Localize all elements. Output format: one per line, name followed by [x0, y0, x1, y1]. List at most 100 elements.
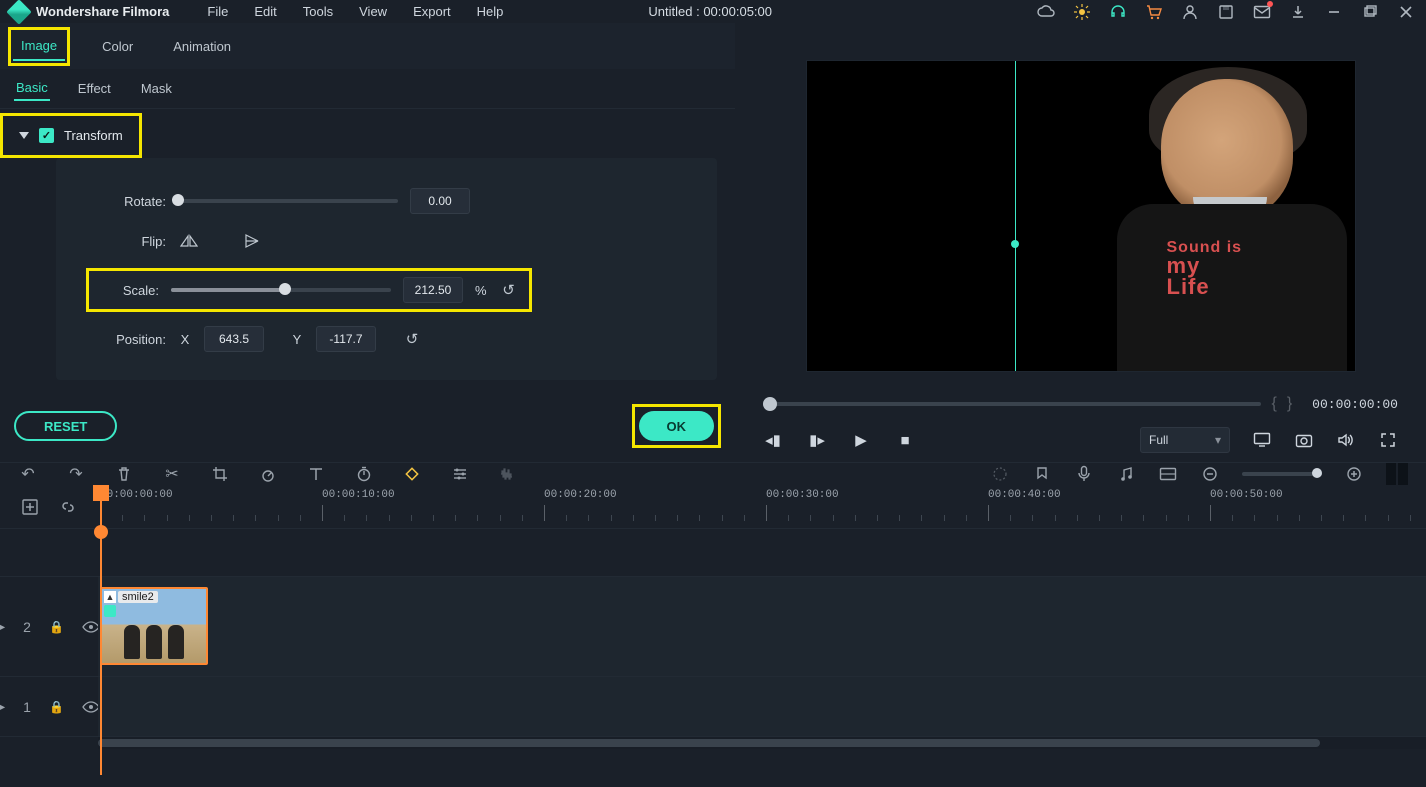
menu-view[interactable]: View: [349, 0, 397, 23]
position-reset-icon[interactable]: ↺: [402, 329, 422, 349]
transform-handle[interactable]: [1011, 240, 1019, 248]
timeline-clip[interactable]: ▲ smile2: [100, 587, 208, 665]
tab-image[interactable]: Image: [13, 32, 65, 61]
close-icon[interactable]: [1396, 2, 1416, 22]
next-frame-icon[interactable]: ▮▸: [807, 430, 827, 450]
adjust-icon[interactable]: [450, 466, 470, 482]
prev-frame-icon[interactable]: ◂▮: [763, 430, 783, 450]
flip-vertical-icon[interactable]: [242, 232, 264, 250]
time-ruler[interactable]: 00:00:00:0000:00:10:0000:00:20:0000:00:3…: [98, 485, 1426, 528]
preview-canvas[interactable]: Sound is my Life: [806, 60, 1356, 372]
fullscreen-icon[interactable]: [1378, 430, 1398, 450]
speed-icon[interactable]: [258, 466, 278, 482]
subtab-mask[interactable]: Mask: [139, 77, 174, 100]
position-y-value[interactable]: -117.7: [316, 326, 376, 352]
tab-animation[interactable]: Animation: [165, 33, 239, 60]
zoom-out-icon[interactable]: [1200, 466, 1220, 482]
rotate-label: Rotate:: [86, 194, 166, 209]
rotate-slider[interactable]: [178, 199, 398, 203]
render-icon[interactable]: [990, 466, 1010, 482]
filmora-logo-icon: [6, 0, 31, 24]
play-icon[interactable]: ▶: [851, 430, 871, 450]
track-number: 1: [23, 699, 31, 715]
flip-horizontal-icon[interactable]: [178, 232, 200, 250]
scale-unit: %: [475, 283, 487, 298]
display-icon[interactable]: [1252, 430, 1272, 450]
ruler-label: 00:00:50:00: [1210, 489, 1283, 501]
scale-label: Scale:: [99, 283, 159, 298]
menu-export[interactable]: Export: [403, 0, 461, 23]
minimize-icon[interactable]: [1324, 2, 1344, 22]
track-type-icon: ▸: [0, 618, 5, 635]
waveform-icon[interactable]: [498, 466, 518, 482]
text-icon[interactable]: [306, 466, 326, 482]
cart-icon[interactable]: [1144, 2, 1164, 22]
snapshot-icon[interactable]: [1294, 430, 1314, 450]
timer-icon[interactable]: [354, 466, 374, 482]
ok-button[interactable]: OK: [639, 411, 715, 441]
flip-label: Flip:: [86, 234, 166, 249]
playhead[interactable]: [100, 485, 102, 775]
add-track-icon[interactable]: [20, 498, 40, 516]
scale-value[interactable]: 212.50: [403, 277, 463, 303]
keyframe-icon[interactable]: [402, 466, 422, 482]
lock-icon[interactable]: 🔒: [49, 620, 64, 634]
user-icon[interactable]: [1180, 2, 1200, 22]
mail-icon[interactable]: [1252, 2, 1272, 22]
menu-edit[interactable]: Edit: [244, 0, 286, 23]
save-icon[interactable]: [1216, 2, 1236, 22]
stop-icon[interactable]: ■: [895, 430, 915, 450]
music-beat-icon[interactable]: [1116, 466, 1136, 482]
maximize-icon[interactable]: [1360, 2, 1380, 22]
volume-icon[interactable]: [1336, 430, 1356, 450]
cloud-icon[interactable]: [1036, 2, 1056, 22]
link-tracks-icon[interactable]: [58, 498, 78, 516]
bulb-icon[interactable]: [1072, 2, 1092, 22]
position-x-value[interactable]: 643.5: [204, 326, 264, 352]
lock-icon[interactable]: 🔒: [49, 700, 64, 714]
transform-title: Transform: [64, 128, 123, 143]
redo-icon[interactable]: ↷: [66, 464, 86, 484]
ruler-label: 00:00:10:00: [322, 489, 395, 501]
transform-section-header[interactable]: ✓ Transform: [3, 116, 139, 155]
timecode: 00:00:00:00: [1312, 397, 1398, 412]
playback-scrubber[interactable]: [763, 402, 1261, 406]
scale-slider[interactable]: [171, 288, 391, 292]
clip-fx-badge: [104, 605, 116, 617]
chevron-down-icon: [19, 132, 29, 139]
timeline-toolbar: ↶ ↷ ✂: [0, 462, 1426, 485]
marker-icon[interactable]: [1032, 466, 1052, 482]
menu-tools[interactable]: Tools: [293, 0, 343, 23]
reset-button[interactable]: RESET: [14, 411, 117, 441]
ruler-label: 00:00:20:00: [544, 489, 617, 501]
subtab-basic[interactable]: Basic: [14, 76, 50, 101]
zoom-slider[interactable]: [1242, 472, 1322, 476]
download-icon[interactable]: [1288, 2, 1308, 22]
headset-icon[interactable]: [1108, 2, 1128, 22]
delete-icon[interactable]: [114, 466, 134, 482]
crop-icon[interactable]: [210, 466, 230, 482]
menu-file[interactable]: File: [197, 0, 238, 23]
track-type-icon: ▸: [0, 698, 5, 715]
properties-panel: Image Color Animation Basic Effect Mask …: [0, 23, 735, 462]
ruler-label: 00:00:00:00: [100, 489, 173, 501]
guide-line: [1015, 61, 1016, 371]
mixer-icon[interactable]: [1158, 467, 1178, 481]
shirt-line3: Life: [1167, 274, 1210, 299]
tab-color[interactable]: Color: [94, 33, 141, 60]
mark-out-icon[interactable]: }: [1287, 395, 1292, 413]
rotate-value[interactable]: 0.00: [410, 188, 470, 214]
transform-checkbox[interactable]: ✓: [39, 128, 54, 143]
subtab-effect[interactable]: Effect: [76, 77, 113, 100]
mark-in-icon[interactable]: {: [1271, 395, 1276, 413]
clip-image-icon: ▲: [104, 591, 116, 603]
menu-help[interactable]: Help: [467, 0, 514, 23]
scale-reset-icon[interactable]: ↺: [499, 280, 519, 300]
split-icon[interactable]: ✂: [162, 464, 182, 484]
preview-quality-select[interactable]: Full▾: [1140, 427, 1230, 453]
voiceover-icon[interactable]: [1074, 465, 1094, 483]
timeline: 00:00:00:0000:00:10:0000:00:20:0000:00:3…: [0, 485, 1426, 787]
timeline-scrollbar[interactable]: [98, 737, 1426, 749]
zoom-in-icon[interactable]: [1344, 466, 1364, 482]
undo-icon[interactable]: ↶: [18, 464, 38, 484]
